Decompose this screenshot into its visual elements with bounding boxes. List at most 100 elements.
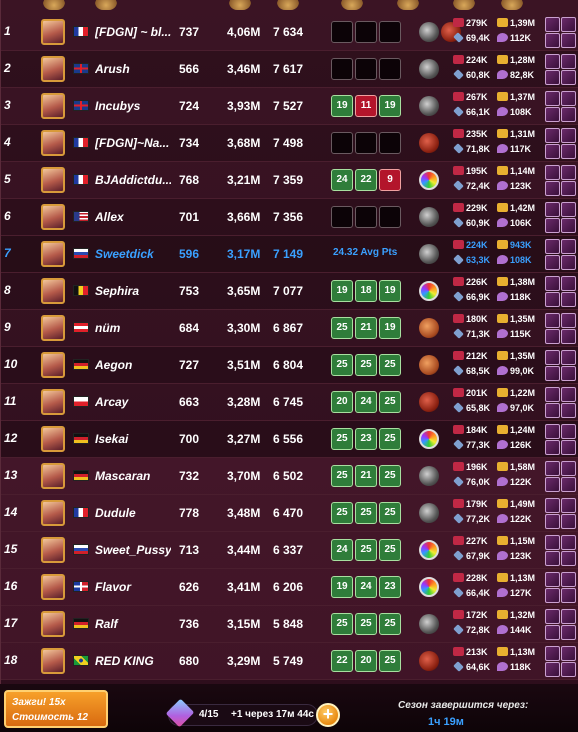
leaderboard-row[interactable]: 5 BJAddictdu... 768 3,21M 7 359 24 22 9 195K 1,14… xyxy=(1,162,578,199)
result-slot[interactable]: 21 xyxy=(355,317,377,339)
leaderboard-row[interactable]: 18 RED KING 680 3,29M 5 749 22 20 25 213K 1,13M 64… xyxy=(1,643,578,680)
equipment-slot-icon[interactable] xyxy=(545,387,560,402)
result-slot[interactable]: 24 xyxy=(355,576,377,598)
equipment-slot-icon[interactable] xyxy=(545,609,560,624)
player-avatar[interactable] xyxy=(41,537,65,563)
player-name[interactable]: Mascaran xyxy=(95,469,171,483)
player-avatar[interactable] xyxy=(41,93,65,119)
result-slot[interactable]: 22 xyxy=(355,169,377,191)
equipment-slot-icon[interactable] xyxy=(545,33,560,48)
result-slot[interactable]: 25 xyxy=(379,539,401,561)
result-slot[interactable]: 19 xyxy=(331,280,353,302)
player-name[interactable]: Isekai xyxy=(95,432,171,446)
result-slot[interactable]: 19 xyxy=(379,280,401,302)
leaderboard-row[interactable]: 8 Sephira 753 3,65M 7 077 19 18 19 226K 1,38M 66,9… xyxy=(1,273,578,310)
equipment-slot-icon[interactable] xyxy=(561,625,576,640)
equipment-slot-icon[interactable] xyxy=(561,292,576,307)
player-avatar[interactable] xyxy=(41,611,65,637)
player-avatar[interactable] xyxy=(41,56,65,82)
leaderboard-row[interactable]: 15 Sweet_Pussy 713 3,44M 6 337 24 25 25 227K 1,15… xyxy=(1,532,578,569)
equipment-slot-icon[interactable] xyxy=(545,313,560,328)
equipment-slot-icon[interactable] xyxy=(561,514,576,529)
player-avatar[interactable] xyxy=(41,389,65,415)
result-slot-empty[interactable] xyxy=(355,132,377,154)
result-slot[interactable]: 24 xyxy=(331,169,353,191)
player-name[interactable]: Allex xyxy=(95,210,171,224)
equipment-slot-icon[interactable] xyxy=(545,461,560,476)
result-slot[interactable]: 25 xyxy=(331,354,353,376)
result-slot[interactable]: 25 xyxy=(379,650,401,672)
player-avatar[interactable] xyxy=(41,278,65,304)
equipment-slot-icon[interactable] xyxy=(561,646,576,661)
result-slot[interactable]: 25 xyxy=(331,502,353,524)
player-avatar[interactable] xyxy=(41,463,65,489)
player-avatar[interactable] xyxy=(41,167,65,193)
refill-energy-button[interactable]: + xyxy=(316,703,340,727)
equipment-slot-icon[interactable] xyxy=(545,424,560,439)
equipment-slot-icon[interactable] xyxy=(545,588,560,603)
leaderboard-row[interactable]: 4 [FDGN]~Na... 734 3,68M 7 498 235K 1,31M 71,8K… xyxy=(1,125,578,162)
result-slot[interactable]: 25 xyxy=(379,613,401,635)
leaderboard-row[interactable]: 16 Flavor 626 3,41M 6 206 19 24 23 228K 1,13M 66,4… xyxy=(1,569,578,606)
equipment-slot-icon[interactable] xyxy=(561,202,576,217)
equipment-slot-icon[interactable] xyxy=(561,276,576,291)
player-name[interactable]: Sephira xyxy=(95,284,171,298)
equipment-slot-icon[interactable] xyxy=(561,551,576,566)
result-slot[interactable]: 19 xyxy=(379,317,401,339)
result-slot-empty[interactable] xyxy=(331,206,353,228)
result-slot[interactable]: 25 xyxy=(355,539,377,561)
equipment-slot-icon[interactable] xyxy=(545,551,560,566)
equipment-slot-icon[interactable] xyxy=(561,255,576,270)
equipment-slot-icon[interactable] xyxy=(561,461,576,476)
equipment-slot-icon[interactable] xyxy=(561,498,576,513)
result-slot[interactable]: 25 xyxy=(331,613,353,635)
result-slot[interactable]: 25 xyxy=(355,502,377,524)
result-slot[interactable]: 24 xyxy=(355,391,377,413)
equipment-slot-icon[interactable] xyxy=(545,276,560,291)
equipment-slot-icon[interactable] xyxy=(545,514,560,529)
equipment-slot-icon[interactable] xyxy=(545,54,560,69)
equipment-slot-icon[interactable] xyxy=(561,662,576,677)
result-slot[interactable]: 25 xyxy=(355,613,377,635)
equipment-slot-icon[interactable] xyxy=(545,128,560,143)
equipment-slot-icon[interactable] xyxy=(561,329,576,344)
player-avatar[interactable] xyxy=(41,19,65,45)
equipment-slot-icon[interactable] xyxy=(561,609,576,624)
result-slot-empty[interactable] xyxy=(355,206,377,228)
result-slot[interactable]: 11 xyxy=(355,95,377,117)
player-avatar[interactable] xyxy=(41,130,65,156)
equipment-slot-icon[interactable] xyxy=(561,572,576,587)
result-slot[interactable]: 19 xyxy=(379,95,401,117)
equipment-slot-icon[interactable] xyxy=(545,181,560,196)
result-slot[interactable]: 24 xyxy=(331,539,353,561)
equipment-slot-icon[interactable] xyxy=(545,366,560,381)
leaderboard-row[interactable]: 6 Allex 701 3,66M 7 356 229K 1,42M 60,9K 106K xyxy=(1,199,578,236)
player-name[interactable]: Aegon xyxy=(95,358,171,372)
leaderboard-row[interactable]: 2 Arush 566 3,46M 7 617 224K 1,28M 60,8K 82,8K xyxy=(1,51,578,88)
equipment-slot-icon[interactable] xyxy=(561,91,576,106)
leaderboard-row[interactable]: 11 Arcay 663 3,28M 6 745 20 24 25 201K 1,22M 65,8K… xyxy=(1,384,578,421)
equipment-slot-icon[interactable] xyxy=(561,165,576,180)
equipment-slot-icon[interactable] xyxy=(545,498,560,513)
result-slot[interactable]: 19 xyxy=(331,576,353,598)
equipment-slot-icon[interactable] xyxy=(545,70,560,85)
player-name[interactable]: RED KING xyxy=(95,654,171,668)
result-slot[interactable]: 25 xyxy=(379,354,401,376)
result-slot[interactable]: 20 xyxy=(355,650,377,672)
equipment-slot-icon[interactable] xyxy=(545,662,560,677)
result-slot[interactable]: 23 xyxy=(379,576,401,598)
equipment-slot-icon[interactable] xyxy=(545,91,560,106)
result-slot[interactable]: 23 xyxy=(355,428,377,450)
result-slot[interactable]: 21 xyxy=(355,465,377,487)
equipment-slot-icon[interactable] xyxy=(561,387,576,402)
player-avatar[interactable] xyxy=(41,352,65,378)
equipment-slot-icon[interactable] xyxy=(545,218,560,233)
equipment-slot-icon[interactable] xyxy=(561,218,576,233)
leaderboard-row[interactable]: 17 Ralf 736 3,15M 5 848 25 25 25 172K 1,32M 72,8K 1… xyxy=(1,606,578,643)
equipment-slot-icon[interactable] xyxy=(561,54,576,69)
equipment-slot-icon[interactable] xyxy=(561,440,576,455)
player-avatar[interactable] xyxy=(41,648,65,674)
player-name[interactable]: BJAddictdu... xyxy=(95,173,171,187)
result-slot-empty[interactable] xyxy=(379,206,401,228)
equipment-slot-icon[interactable] xyxy=(545,350,560,365)
